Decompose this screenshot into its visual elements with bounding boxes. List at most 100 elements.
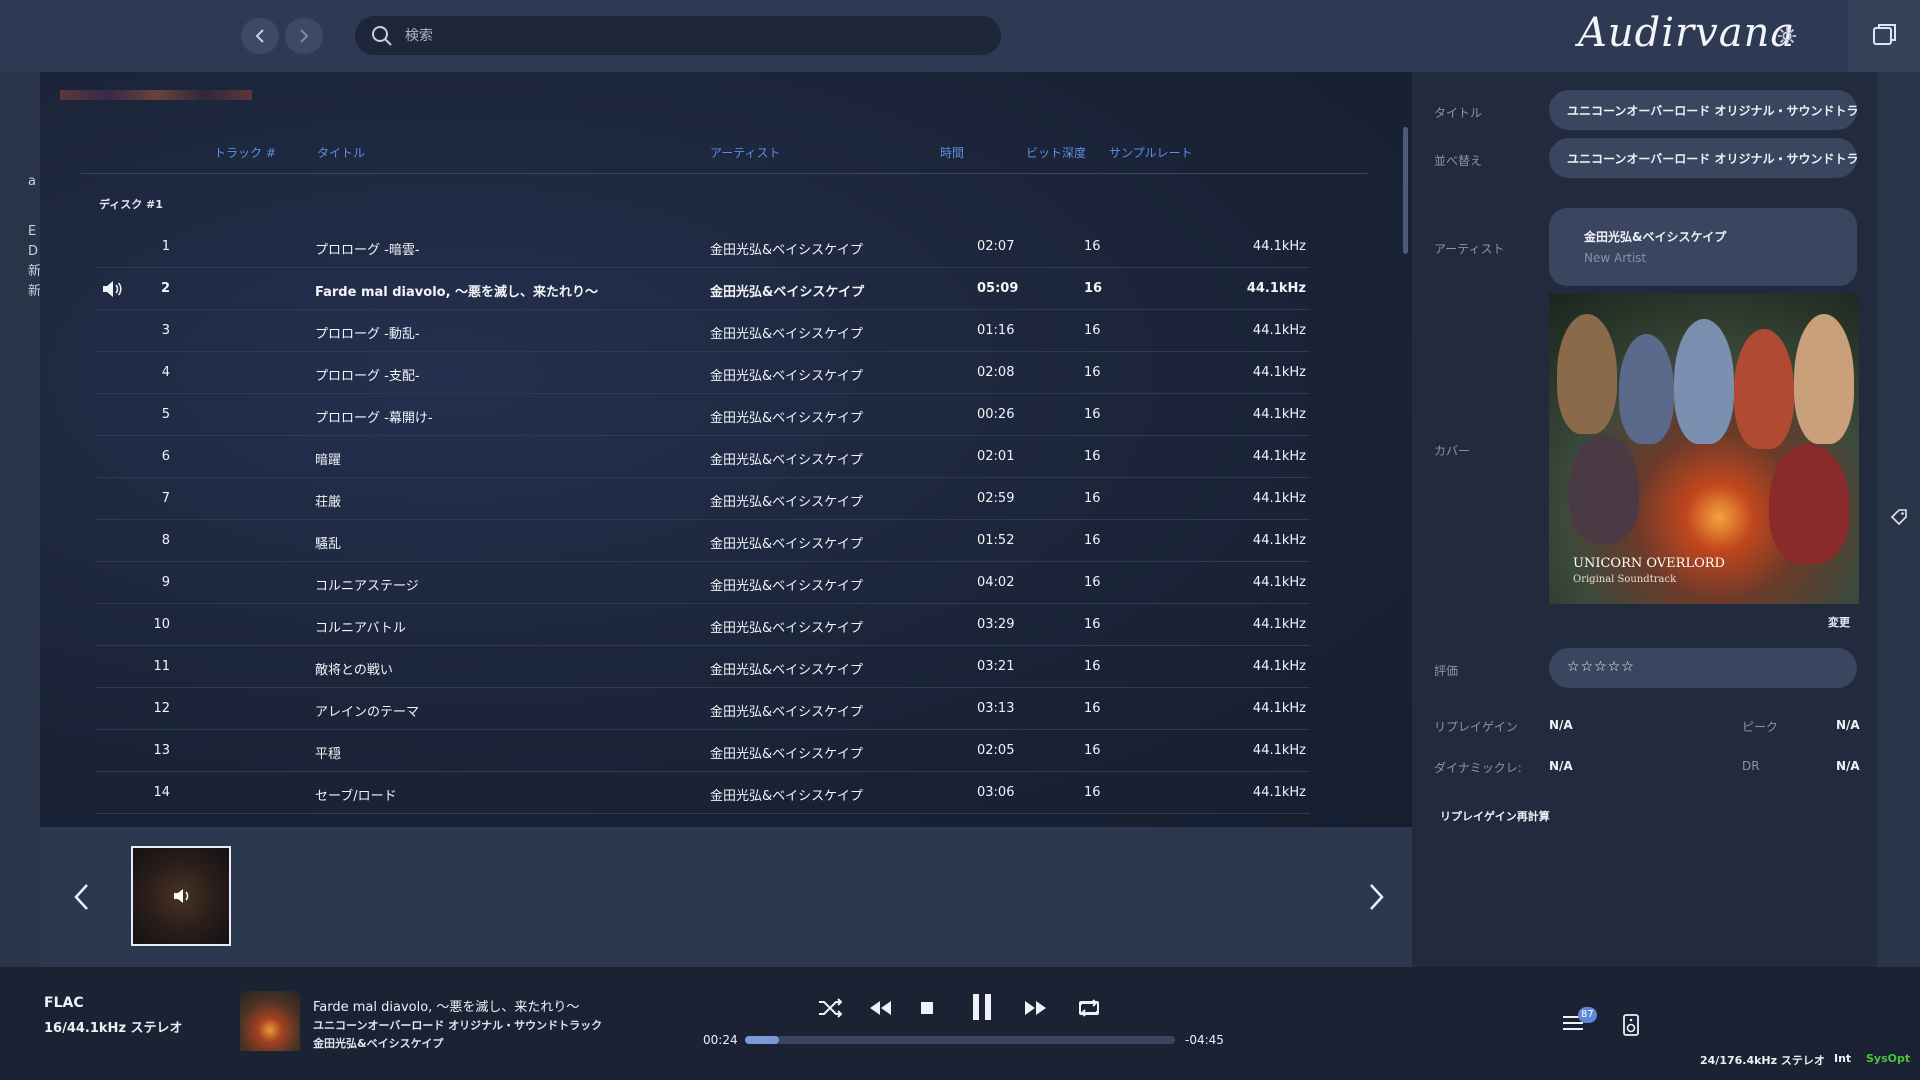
track-row[interactable]: 1 プロローグ -暗雲- 金田光弘&ベイシスケイプ 02:07 16 44.1kHz	[96, 226, 1310, 268]
track-row[interactable]: 6 暗躍 金田光弘&ベイシスケイプ 02:01 16 44.1kHz	[96, 436, 1310, 478]
chevron-right-icon[interactable]	[1364, 882, 1388, 912]
track-row[interactable]: 14 セーブ/ロード 金田光弘&ベイシスケイプ 03:06 16 44.1kHz	[96, 772, 1310, 814]
rating-stars[interactable]: ☆☆☆☆☆	[1549, 648, 1857, 688]
track-title: プロローグ -幕開け-	[315, 411, 433, 426]
track-number: 8	[161, 533, 170, 548]
cover-label: カバー	[1434, 444, 1471, 458]
file-format: FLAC	[44, 995, 84, 1011]
track-title: アレインのテーマ	[315, 705, 420, 720]
sort-label: 並べ替え	[1434, 154, 1483, 168]
repeat-icon[interactable]	[1074, 993, 1104, 1023]
chevron-right-icon	[300, 29, 309, 43]
top-toolbar: Audirvana	[0, 0, 1920, 72]
now-playing-album[interactable]: ユニコーンオーバーロード オリジナル・サウンドトラック	[313, 1017, 602, 1033]
track-title: 暗躍	[315, 453, 342, 468]
track-artist: 金田光弘&ベイシスケイプ	[710, 453, 863, 468]
progress-fill	[745, 1036, 779, 1044]
album-thumbnail[interactable]	[131, 846, 231, 946]
track-artist: 金田光弘&ベイシスケイプ	[710, 327, 863, 342]
track-title: プロローグ -支配-	[315, 369, 420, 384]
change-cover-button[interactable]: 変更	[1828, 614, 1850, 630]
title-label: タイトル	[1434, 106, 1483, 120]
track-sample-rate: 44.1kHz	[1252, 491, 1306, 506]
fast-forward-icon[interactable]	[1021, 993, 1051, 1023]
track-row[interactable]: 7 荘厳 金田光弘&ベイシスケイプ 02:59 16 44.1kHz	[96, 478, 1310, 520]
artist-label: アーティスト	[1434, 242, 1505, 256]
new-artist-input[interactable]: New Artist	[1584, 251, 1822, 265]
track-title: プロローグ -暗雲-	[315, 243, 420, 258]
track-sample-rate: 44.1kHz	[1252, 743, 1306, 758]
track-row[interactable]: 4 プロローグ -支配- 金田光弘&ベイシスケイプ 02:08 16 44.1kHz	[96, 352, 1310, 394]
column-header-rate[interactable]: サンプルレート	[1109, 144, 1193, 161]
header-divider	[81, 173, 1367, 174]
replaygain-recalc-button[interactable]: リプレイゲイン再計算	[1440, 808, 1550, 824]
search-icon	[372, 26, 392, 46]
track-title: 敵将との戦い	[315, 663, 393, 678]
track-number: 9	[161, 575, 170, 590]
now-playing-title[interactable]: Farde mal diavolo, 〜悪を滅し、来たれり〜	[313, 996, 579, 1015]
track-row[interactable]: 5 プロローグ -幕開け- 金田光弘&ベイシスケイプ 00:26 16 44.1kHz	[96, 394, 1310, 436]
forward-button[interactable]	[285, 18, 323, 54]
toggle-panel-button[interactable]	[1848, 0, 1920, 72]
artist-field[interactable]: 金田光弘&ベイシスケイプ New Artist	[1549, 208, 1857, 286]
column-header-track[interactable]: トラック #	[214, 144, 276, 161]
column-header-artist[interactable]: アーティスト	[710, 144, 781, 161]
replaygain-value: N/A	[1549, 718, 1573, 732]
file-format-detail: 16/44.1kHz ステレオ	[44, 1021, 183, 1036]
track-artist: 金田光弘&ベイシスケイプ	[710, 663, 863, 678]
track-row[interactable]: 13 平穏 金田光弘&ベイシスケイプ 02:05 16 44.1kHz	[96, 730, 1310, 772]
track-bit-depth: 16	[1084, 449, 1101, 464]
tag-icon[interactable]	[1890, 508, 1908, 526]
progress-bar[interactable]	[745, 1036, 1175, 1044]
window-icon	[1873, 24, 1896, 45]
track-artist: 金田光弘&ベイシスケイプ	[710, 579, 863, 594]
track-row[interactable]: 10 コルニアバトル 金田光弘&ベイシスケイプ 03:29 16 44.1kHz	[96, 604, 1310, 646]
track-row[interactable]: 8 騒乱 金田光弘&ベイシスケイプ 01:52 16 44.1kHz	[96, 520, 1310, 562]
chevron-left-icon[interactable]	[70, 882, 94, 912]
track-bit-depth: 16	[1084, 743, 1101, 758]
track-number: 6	[161, 449, 170, 464]
gear-icon[interactable]	[1776, 25, 1798, 47]
track-bit-depth: 16	[1084, 701, 1101, 716]
rating-label: 評価	[1434, 664, 1459, 678]
track-time: 03:29	[977, 617, 1015, 632]
track-bit-depth: 16	[1084, 323, 1101, 338]
column-header-bits[interactable]: ビット深度	[1026, 144, 1086, 161]
track-artist: 金田光弘&ベイシスケイプ	[710, 621, 863, 636]
column-header-time[interactable]: 時間	[940, 144, 964, 161]
track-time: 02:08	[977, 365, 1015, 380]
track-title: 平穏	[315, 747, 342, 762]
stop-icon[interactable]	[912, 993, 942, 1023]
title-field[interactable]: ユニコーンオーバーロード オリジナル・サウンドトラック	[1549, 90, 1857, 130]
search-bar	[355, 16, 1001, 55]
track-sample-rate: 44.1kHz	[1252, 533, 1306, 548]
now-playing-artist[interactable]: 金田光弘&ベイシスケイプ	[313, 1035, 443, 1051]
track-row[interactable]: 9 コルニアステージ 金田光弘&ベイシスケイプ 04:02 16 44.1kHz	[96, 562, 1310, 604]
track-row[interactable]: 12 アレインのテーマ 金田光弘&ベイシスケイプ 03:13 16 44.1kHz	[96, 688, 1310, 730]
track-bit-depth: 16	[1084, 239, 1101, 254]
track-row[interactable]: 3 プロローグ -動乱- 金田光弘&ベイシスケイプ 01:16 16 44.1kHz	[96, 310, 1310, 352]
sort-field[interactable]: ユニコーンオーバーロード オリジナル・サウンドトラック	[1549, 138, 1857, 178]
shuffle-icon[interactable]	[815, 993, 845, 1023]
rewind-icon[interactable]	[865, 993, 895, 1023]
track-title: コルニアバトル	[315, 621, 406, 636]
search-input[interactable]	[405, 16, 985, 55]
cover-art[interactable]: UNICORN OVERLORD Original Soundtrack	[1549, 294, 1859, 604]
track-row[interactable]: 11 敵将との戦い 金田光弘&ベイシスケイプ 03:21 16 44.1kHz	[96, 646, 1310, 688]
output-format: 24/176.4kHz ステレオ	[1700, 1054, 1825, 1067]
track-sample-rate: 44.1kHz	[1252, 365, 1306, 380]
track-artist: 金田光弘&ベイシスケイプ	[710, 495, 863, 510]
track-sample-rate: 44.1kHz	[1252, 449, 1306, 464]
track-list-scrollbar[interactable]	[1403, 127, 1408, 254]
now-playing-artwork[interactable]	[240, 991, 300, 1051]
back-button[interactable]	[241, 18, 279, 54]
track-row[interactable]: 2 Farde mal diavolo, 〜悪を滅し、来たれり〜 金田光弘&ベイシス…	[96, 268, 1310, 310]
track-time: 02:07	[977, 239, 1015, 254]
artist-token[interactable]: 金田光弘&ベイシスケイプ	[1584, 228, 1822, 245]
column-header-title[interactable]: タイトル	[317, 144, 365, 161]
speaker-playing-icon	[103, 281, 122, 297]
track-bit-depth: 16	[1084, 533, 1101, 548]
speaker-device-icon[interactable]	[1622, 1013, 1640, 1037]
track-sample-rate: 44.1kHz	[1252, 701, 1306, 716]
pause-icon[interactable]	[964, 989, 1000, 1025]
